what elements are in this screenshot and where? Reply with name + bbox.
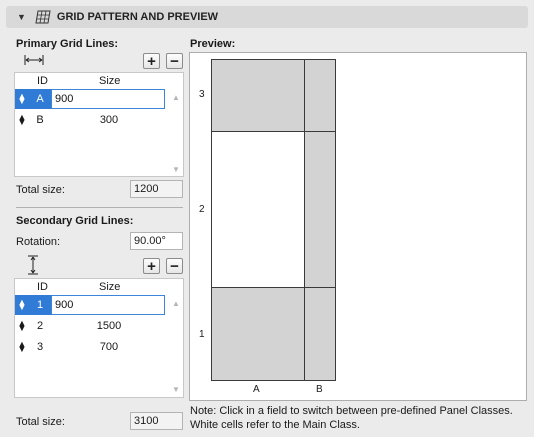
horizontal-dimension-icon bbox=[24, 55, 44, 65]
row-size-input[interactable]: 900 bbox=[51, 295, 165, 315]
size-column-header: Size bbox=[99, 281, 121, 293]
grid-cell-1-b[interactable] bbox=[304, 287, 336, 381]
secondary-add-button[interactable]: + bbox=[143, 258, 160, 274]
preview-canvas: 3 2 1 A B bbox=[189, 52, 527, 401]
vertical-dimension-icon bbox=[28, 255, 38, 275]
section-divider bbox=[16, 207, 183, 208]
secondary-grid-title: Secondary Grid Lines: bbox=[16, 215, 134, 227]
size-column-header: Size bbox=[99, 75, 121, 87]
vertical-scrollbar[interactable]: ▲ ▼ bbox=[169, 279, 183, 397]
row-size-value[interactable]: 700 bbox=[53, 337, 165, 357]
primary-remove-button[interactable]: − bbox=[166, 53, 183, 69]
row-label-3: 3 bbox=[199, 89, 205, 100]
table-header: ID Size bbox=[15, 279, 167, 295]
reorder-handle-icon[interactable]: ▲ ▼ bbox=[15, 316, 29, 336]
grid-cell-2-b[interactable] bbox=[304, 131, 336, 288]
table-row[interactable]: ▲ ▼ 1 900 bbox=[15, 295, 167, 315]
secondary-total-label: Total size: bbox=[16, 416, 65, 428]
reorder-handle-icon[interactable]: ▲ ▼ bbox=[15, 110, 29, 130]
primary-grid-title: Primary Grid Lines: bbox=[16, 38, 119, 50]
grid-pattern-icon bbox=[35, 10, 51, 24]
secondary-total-value: 3100 bbox=[130, 412, 183, 430]
reorder-handle-icon[interactable]: ▲ ▼ bbox=[15, 337, 29, 357]
primary-grid-table: ID Size ▲ ▼ A 900 ▲ ▼ B 300 ▲ ▼ bbox=[14, 72, 184, 177]
row-size-value[interactable]: 1500 bbox=[53, 316, 165, 336]
scroll-up-icon[interactable]: ▲ bbox=[172, 299, 180, 308]
row-size-input[interactable]: 900 bbox=[51, 89, 165, 109]
secondary-remove-button[interactable]: − bbox=[166, 258, 183, 274]
id-column-header: ID bbox=[37, 281, 48, 293]
column-label-b: B bbox=[316, 384, 323, 395]
row-id: 1 bbox=[29, 295, 51, 315]
scroll-down-icon[interactable]: ▼ bbox=[172, 385, 180, 394]
table-row[interactable]: ▲ ▼ A 900 bbox=[15, 89, 167, 109]
primary-total-value: 1200 bbox=[130, 180, 183, 198]
scroll-down-icon[interactable]: ▼ bbox=[172, 165, 180, 174]
primary-total-label: Total size: bbox=[16, 184, 65, 196]
table-header: ID Size bbox=[15, 73, 167, 89]
panel-title: GRID PATTERN AND PREVIEW bbox=[56, 11, 219, 23]
reorder-handle-icon[interactable]: ▲ ▼ bbox=[15, 89, 29, 109]
rotation-input[interactable]: 90.00° bbox=[130, 232, 183, 250]
table-row[interactable]: ▲ ▼ 2 1500 bbox=[15, 316, 167, 336]
row-id: 2 bbox=[36, 320, 44, 332]
preview-title: Preview: bbox=[190, 38, 236, 50]
note-line-2: White cells refer to the Main Class. bbox=[190, 419, 360, 431]
grid-cell-3-a[interactable] bbox=[211, 59, 305, 132]
panel-header[interactable]: ▼ GRID PATTERN AND PREVIEW bbox=[6, 6, 528, 28]
vertical-scrollbar[interactable]: ▲ ▼ bbox=[169, 73, 183, 176]
note-line-1: Note: Click in a field to switch between… bbox=[190, 405, 513, 417]
row-id: 3 bbox=[36, 341, 44, 353]
row-label-1: 1 bbox=[199, 329, 205, 340]
table-row[interactable]: ▲ ▼ B 300 bbox=[15, 110, 167, 130]
grid-cell-3-b[interactable] bbox=[304, 59, 336, 132]
row-id: A bbox=[29, 89, 51, 109]
table-row[interactable]: ▲ ▼ 3 700 bbox=[15, 337, 167, 357]
grid-cell-1-a[interactable] bbox=[211, 287, 305, 381]
scroll-up-icon[interactable]: ▲ bbox=[172, 93, 180, 102]
row-id: B bbox=[36, 114, 44, 126]
row-size-value[interactable]: 300 bbox=[53, 110, 165, 130]
reorder-handle-icon[interactable]: ▲ ▼ bbox=[15, 295, 29, 315]
preview-note: Note: Click in a field to switch between… bbox=[190, 404, 513, 432]
rotation-label: Rotation: bbox=[16, 236, 61, 248]
primary-add-button[interactable]: + bbox=[143, 53, 160, 69]
grid-cell-2-a[interactable] bbox=[211, 131, 305, 288]
row-label-2: 2 bbox=[199, 204, 205, 215]
column-label-a: A bbox=[253, 384, 260, 395]
id-column-header: ID bbox=[37, 75, 48, 87]
collapse-triangle-icon[interactable]: ▼ bbox=[17, 12, 26, 22]
secondary-grid-table: ID Size ▲ ▼ 1 900 ▲ ▼ 2 1500 ▲ ▼ 3 700 ▲ ▼ bbox=[14, 278, 184, 398]
